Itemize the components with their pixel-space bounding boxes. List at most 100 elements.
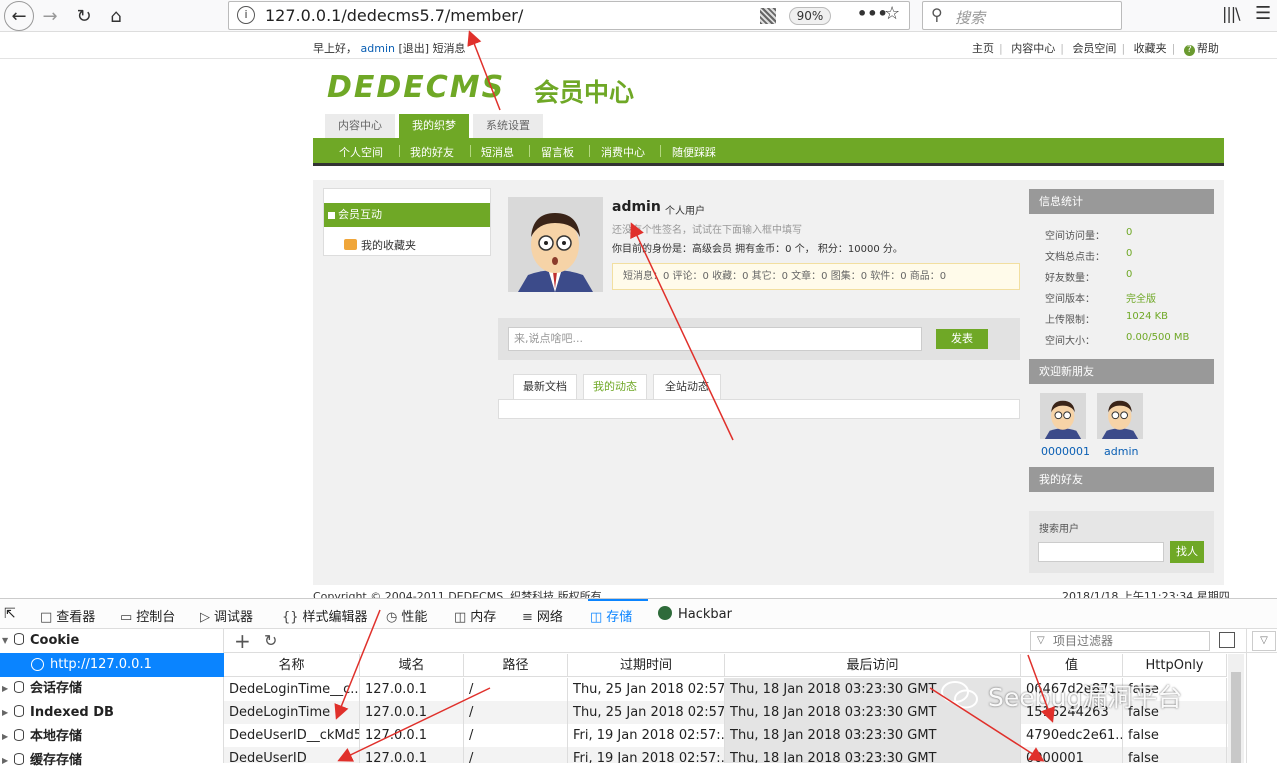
hackbar-icon xyxy=(658,606,672,620)
tab-site-activity[interactable]: 全站动态 xyxy=(653,374,721,400)
column-header-httponly[interactable]: HttpOnly xyxy=(1123,654,1227,677)
console-icon: ▭ xyxy=(120,610,133,625)
add-item-button[interactable]: + xyxy=(234,629,251,653)
tab-system-settings[interactable]: 系统设置 xyxy=(473,114,543,138)
tree-cookie[interactable]: ▼ Cookie xyxy=(0,629,224,653)
find-user-button[interactable]: 找人 xyxy=(1170,541,1204,563)
forward-button[interactable]: → xyxy=(38,4,62,28)
search-placeholder: 搜索 xyxy=(955,9,986,27)
hamburger-menu-icon[interactable]: ☰ xyxy=(1255,3,1271,24)
cell-last-accessed: Thu, 18 Jan 2018 03:23:30 GMT xyxy=(725,747,1021,763)
column-header-name[interactable]: 名称 xyxy=(224,654,360,677)
nav-content-center[interactable]: 内容中心 xyxy=(1011,42,1055,55)
cell-path: / xyxy=(464,678,568,701)
watermark: Seebug漏洞平台 xyxy=(940,678,1182,714)
column-header-value[interactable]: 值 xyxy=(1021,654,1123,677)
tree-session-storage[interactable]: ▶ 会话存储 xyxy=(0,677,224,701)
library-icon[interactable]: |||\ xyxy=(1222,4,1241,23)
tab-my-dream[interactable]: 我的织梦 xyxy=(399,114,469,138)
tree-cache-storage[interactable]: ▶ 缓存存储 xyxy=(0,749,224,773)
search-user-input[interactable] xyxy=(1038,542,1164,562)
nav-favorites[interactable]: 收藏夹 xyxy=(1134,42,1167,55)
performance-icon: ◷ xyxy=(386,610,398,625)
nav-my-friends[interactable]: 我的好友 xyxy=(410,144,454,160)
nav-consumption-center[interactable]: 消费中心 xyxy=(601,144,645,160)
tree-host-item[interactable]: http://127.0.0.1 xyxy=(0,653,224,677)
nav-random-browse[interactable]: 随便踩踩 xyxy=(672,144,716,160)
url-bar[interactable]: i 127.0.0.1/dedecms5.7/member/ 90% ••• ☆ xyxy=(228,1,910,30)
home-button[interactable]: ⌂ xyxy=(104,4,128,28)
cell-expires: Fri, 19 Jan 2018 02:57:... xyxy=(568,724,725,747)
tab-debugger[interactable]: ▷ 调试器 xyxy=(200,606,253,625)
profile-user-type: 个人用户 xyxy=(665,206,705,217)
stats-heading: 信息统计 xyxy=(1029,189,1214,214)
bookmark-star-icon[interactable]: ☆ xyxy=(884,3,900,24)
profile-username[interactable]: admin xyxy=(612,199,661,215)
logout-link[interactable]: [退出] xyxy=(398,42,429,55)
cell-expires: Thu, 25 Jan 2018 02:57... xyxy=(568,678,725,701)
footer-date: 2018/1/18 上午11:23:34 星期四 xyxy=(1062,590,1230,598)
cell-name: DedeUserID xyxy=(224,747,360,763)
nav-guestbook[interactable]: 留言板 xyxy=(541,144,574,160)
tab-storage[interactable]: ◫ 存储 xyxy=(590,606,632,625)
new-friends-heading: 欢迎新朋友 xyxy=(1029,359,1214,384)
avatar[interactable] xyxy=(508,197,603,292)
friend-name[interactable]: admin xyxy=(1104,445,1138,458)
cell-expires: Thu, 25 Jan 2018 02:57... xyxy=(568,701,725,724)
tab-network[interactable]: ≡ 网络 xyxy=(522,606,563,625)
tree-local-storage[interactable]: ▶ 本地存储 xyxy=(0,725,224,749)
profile-signature: 还没有个性签名，试试在下面输入框中填写 xyxy=(612,225,802,236)
tree-indexed-db[interactable]: ▶ Indexed DB xyxy=(0,701,224,725)
friend-avatar[interactable] xyxy=(1040,393,1086,439)
stat-label: 空间访问量： xyxy=(1045,231,1105,242)
column-header-expires[interactable]: 过期时间 xyxy=(568,654,725,677)
sidebar-toggle-icon[interactable] xyxy=(1219,632,1235,648)
nav-short-messages[interactable]: 短消息 xyxy=(481,144,514,160)
refresh-button[interactable]: ↻ xyxy=(264,631,277,650)
stat-value: 0 xyxy=(1126,248,1133,259)
tab-memory[interactable]: ◫ 内存 xyxy=(454,606,496,625)
reload-button[interactable]: ↻ xyxy=(72,4,96,28)
nav-personal-space[interactable]: 个人空间 xyxy=(339,144,383,160)
table-scrollbar[interactable] xyxy=(1228,654,1244,763)
column-header-path[interactable]: 路径 xyxy=(464,654,568,677)
menu-member-interaction[interactable]: 会员互动 xyxy=(324,203,490,227)
logo[interactable]: DEDECMS xyxy=(327,70,505,105)
friend-name[interactable]: 0000001 xyxy=(1041,445,1090,458)
nav-home[interactable]: 主页 xyxy=(972,42,994,55)
tab-latest-docs[interactable]: 最新文档 xyxy=(513,374,577,400)
qr-code-icon[interactable] xyxy=(760,8,776,24)
stat-value: 0.00/500 MB xyxy=(1126,332,1190,343)
post-box: 来,说点啥吧... 发表 xyxy=(498,318,1020,360)
left-menu: 会员互动 我的收藏夹 xyxy=(323,188,491,256)
profile-stats: 短消息：0 评论：0 收藏：0 其它：0 文章：0 图集：0 软件：0 商品：0 xyxy=(612,263,1020,290)
tab-my-activity[interactable]: 我的动态 xyxy=(583,374,647,400)
user-link[interactable]: admin xyxy=(361,42,395,55)
post-button[interactable]: 发表 xyxy=(936,329,988,349)
menu-my-favorites[interactable]: 我的收藏夹 xyxy=(344,237,416,253)
cell-last-accessed: Thu, 18 Jan 2018 03:23:30 GMT xyxy=(725,724,1021,747)
info-icon[interactable]: i xyxy=(237,6,255,24)
cell-httponly: false xyxy=(1123,724,1227,747)
details-pane xyxy=(1246,629,1277,763)
post-input[interactable]: 来,说点啥吧... xyxy=(508,327,922,351)
tab-hackbar[interactable]: Hackbar xyxy=(658,606,732,622)
column-header-domain[interactable]: 域名 xyxy=(360,654,464,677)
tab-console[interactable]: ▭ 控制台 xyxy=(120,606,175,625)
column-header-last-accessed[interactable]: 最后访问 xyxy=(725,654,1021,677)
tab-style-editor[interactable]: {} 样式编辑器 xyxy=(282,606,368,625)
friend-avatar[interactable] xyxy=(1097,393,1143,439)
table-row[interactable]: DedeUserID__ckMd5 127.0.0.1 / Fri, 19 Ja… xyxy=(224,724,1244,747)
nav-help[interactable]: 帮助 xyxy=(1197,42,1219,55)
tab-performance[interactable]: ◷ 性能 xyxy=(386,606,427,625)
tab-content-center[interactable]: 内容中心 xyxy=(325,114,395,138)
filter-input[interactable]: 项目过滤器 xyxy=(1030,631,1210,651)
back-button[interactable]: ← xyxy=(4,1,34,31)
search-bar[interactable]: ⚲ 搜索 xyxy=(922,1,1122,30)
messages-link[interactable]: 短消息 xyxy=(433,42,466,55)
tab-inspector[interactable]: □ 查看器 xyxy=(40,606,95,625)
table-row[interactable]: DedeUserID 127.0.0.1 / Fri, 19 Jan 2018 … xyxy=(224,747,1244,763)
element-picker-icon[interactable]: ⇱ xyxy=(4,606,16,622)
zoom-indicator[interactable]: 90% xyxy=(789,7,831,25)
nav-member-space[interactable]: 会员空间 xyxy=(1072,42,1116,55)
